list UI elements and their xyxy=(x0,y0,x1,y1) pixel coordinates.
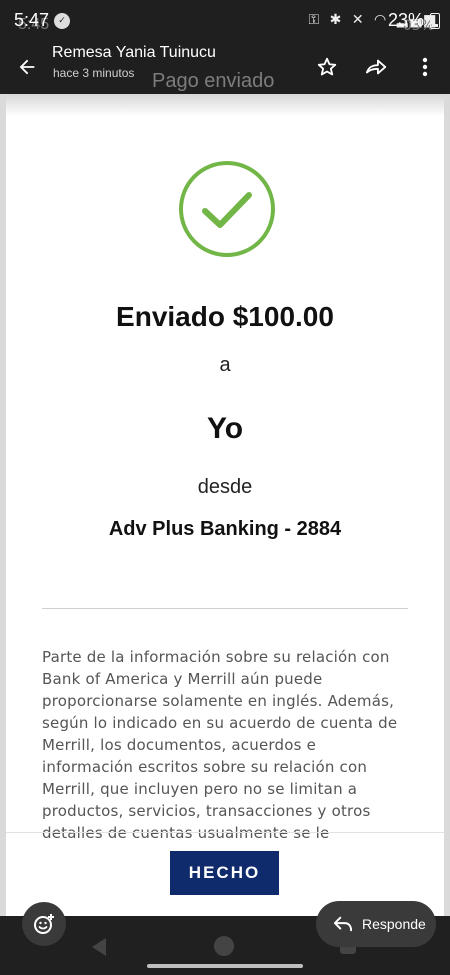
footer-divider xyxy=(6,832,444,833)
emoji-add-icon xyxy=(34,914,54,934)
disclaimer-text: Parte de la información sobre su relació… xyxy=(42,648,398,842)
wifi-icon: ◠ xyxy=(374,12,390,28)
star-icon xyxy=(317,57,337,76)
connector-from: desde xyxy=(197,476,253,498)
app-bar: Pago enviado Remesa Yania Tuinucu hace 3… xyxy=(0,40,450,94)
reply-label: Responde xyxy=(362,916,426,932)
divider xyxy=(42,608,408,609)
star-button[interactable] xyxy=(310,50,344,84)
nav-home-icon[interactable] xyxy=(214,936,234,956)
checkmark-icon xyxy=(202,192,252,228)
key-icon: ⚿ xyxy=(308,12,323,28)
ghost-page-title: Pago enviado xyxy=(152,70,275,92)
gesture-handle[interactable] xyxy=(147,964,303,968)
mute-icon: ✕ xyxy=(351,12,367,28)
forward-button[interactable] xyxy=(360,50,394,84)
battery-icon xyxy=(430,13,440,29)
done-button[interactable]: HECHO xyxy=(170,851,279,895)
payment-confirmation-card: Enviado $100.00 a Yo desde Adv Plus Bank… xyxy=(6,94,444,916)
recipient-name: Yo xyxy=(206,412,244,445)
status-bar: 5:45 5:47 ✓ ⚿ ✱ ✕ ◠ ▂▄▆ 03% 23% xyxy=(0,0,450,40)
forward-icon xyxy=(366,59,387,75)
more-options-button[interactable] xyxy=(408,50,442,84)
message-time: hace 3 minutos xyxy=(53,66,135,80)
sent-amount-heading: Enviado $100.00 xyxy=(116,301,334,332)
battery-percentage: 23% xyxy=(387,10,424,30)
arrow-left-icon xyxy=(19,59,35,75)
connector-a: a xyxy=(219,354,231,376)
email-content-frame: Enviado $100.00 a Yo desde Adv Plus Bank… xyxy=(0,94,450,916)
sender-title: Remesa Yania Tuinucu xyxy=(52,44,216,61)
reply-icon xyxy=(333,916,353,932)
reply-button[interactable]: Responde xyxy=(316,901,436,947)
emoji-reaction-button[interactable] xyxy=(22,902,66,946)
more-vert-icon xyxy=(422,57,428,77)
checkmark-circle-icon xyxy=(179,161,275,257)
notification-icon: ✓ xyxy=(54,13,70,29)
status-time: 5:47 xyxy=(14,10,50,30)
nav-back-icon[interactable] xyxy=(92,938,106,956)
bluetooth-icon: ✱ xyxy=(329,12,345,28)
source-account: Adv Plus Banking - 2884 xyxy=(108,518,342,540)
card-top-shadow xyxy=(6,94,444,116)
back-button[interactable] xyxy=(8,48,46,86)
